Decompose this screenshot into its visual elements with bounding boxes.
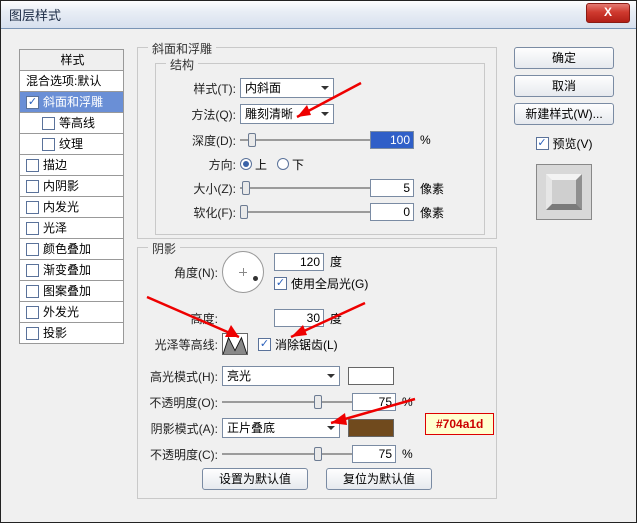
soften-input[interactable]: 0 — [370, 203, 414, 221]
shadow-opacity-slider[interactable] — [222, 445, 352, 463]
checkbox-icon[interactable] — [26, 285, 39, 298]
direction-down-radio[interactable]: 下 — [277, 156, 304, 173]
preview-label: 预览(V) — [553, 135, 593, 152]
close-button[interactable]: X — [586, 3, 630, 23]
row-drop-shadow[interactable]: 投影 — [20, 323, 123, 344]
preview-toggle-row: 预览(V) — [514, 135, 614, 152]
altitude-input[interactable]: 30 — [274, 309, 324, 327]
checkbox-icon[interactable] — [26, 159, 39, 172]
highlight-opacity-label: 不透明度(O): — [144, 394, 222, 411]
technique-select[interactable]: 雕刻清晰 — [240, 104, 334, 124]
make-default-button[interactable]: 设置为默认值 — [202, 468, 308, 490]
highlight-opacity-input[interactable]: 75 — [352, 393, 396, 411]
style-select[interactable]: 内斜面 — [240, 78, 334, 98]
angle-marker-icon — [253, 276, 258, 281]
structure-title: 结构 — [166, 56, 198, 73]
direction-up-radio[interactable]: 上 — [240, 156, 267, 173]
style-label: 样式(T): — [162, 80, 240, 97]
size-label: 大小(Z): — [162, 180, 240, 197]
depth-label: 深度(D): — [162, 132, 240, 149]
styles-header: 样式 — [20, 50, 123, 71]
antialias-checkbox[interactable] — [258, 338, 271, 351]
soften-unit: 像素 — [420, 204, 444, 221]
checkbox-icon[interactable] — [26, 306, 39, 319]
bevel-thumb-icon — [546, 174, 582, 210]
angle-wheel[interactable] — [222, 251, 264, 293]
right-button-column: 确定 取消 新建样式(W)... 预览(V) — [514, 47, 614, 220]
styles-list: 样式 混合选项:默认 斜面和浮雕 等高线 纹理 描边 内阴影 内发光 光泽 颜色… — [19, 49, 124, 344]
shadow-color-swatch[interactable] — [348, 419, 394, 437]
depth-input[interactable]: 100 — [370, 131, 414, 149]
preview-thumbnail — [536, 164, 592, 220]
row-contour[interactable]: 等高线 — [20, 113, 123, 134]
row-satin[interactable]: 光泽 — [20, 218, 123, 239]
row-stroke[interactable]: 描边 — [20, 155, 123, 176]
row-color-overlay[interactable]: 颜色叠加 — [20, 239, 123, 260]
global-light-label: 使用全局光(G) — [291, 275, 368, 292]
row-outer-glow[interactable]: 外发光 — [20, 302, 123, 323]
row-bevel-emboss[interactable]: 斜面和浮雕 — [20, 92, 123, 113]
window-title: 图层样式 — [9, 5, 61, 24]
cancel-button[interactable]: 取消 — [514, 75, 614, 97]
bevel-title: 斜面和浮雕 — [148, 40, 216, 57]
layer-style-dialog: 图层样式 X 样式 混合选项:默认 斜面和浮雕 等高线 纹理 描边 内阴影 内发… — [0, 0, 637, 523]
checkbox-icon[interactable] — [42, 117, 55, 130]
new-style-button[interactable]: 新建样式(W)... — [514, 103, 614, 125]
checkbox-icon[interactable] — [26, 243, 39, 256]
highlight-mode-select[interactable]: 亮光 — [222, 366, 340, 386]
shadow-opacity-label: 不透明度(C): — [144, 446, 222, 463]
row-texture[interactable]: 纹理 — [20, 134, 123, 155]
gloss-contour-picker[interactable] — [222, 333, 248, 355]
depth-unit: % — [420, 133, 431, 147]
checkbox-icon[interactable] — [26, 201, 39, 214]
checkbox-icon[interactable] — [26, 180, 39, 193]
checkbox-icon[interactable] — [26, 96, 39, 109]
row-inner-glow[interactable]: 内发光 — [20, 197, 123, 218]
checkbox-icon[interactable] — [42, 138, 55, 151]
technique-label: 方法(Q): — [162, 106, 240, 123]
checkbox-icon[interactable] — [26, 222, 39, 235]
angle-input[interactable]: 120 — [274, 253, 324, 271]
size-input[interactable]: 5 — [370, 179, 414, 197]
shadow-opacity-input[interactable]: 75 — [352, 445, 396, 463]
soften-label: 软化(F): — [162, 204, 240, 221]
reset-default-button[interactable]: 复位为默认值 — [326, 468, 432, 490]
structure-fieldset: 结构 样式(T): 内斜面 方法(Q): 雕刻清晰 深度(D): 100 % 方… — [155, 63, 485, 235]
highlight-color-swatch[interactable] — [348, 367, 394, 385]
altitude-label: 高度: — [144, 310, 222, 327]
highlight-mode-label: 高光模式(H): — [144, 368, 222, 385]
depth-slider[interactable] — [240, 131, 370, 149]
row-gradient-overlay[interactable]: 渐变叠加 — [20, 260, 123, 281]
checkbox-icon[interactable] — [26, 327, 39, 340]
shadow-mode-label: 阴影模式(A): — [144, 420, 222, 437]
row-blend-options[interactable]: 混合选项:默认 — [20, 71, 123, 92]
shadow-mode-select[interactable]: 正片叠底 — [222, 418, 340, 438]
highlight-opacity-slider[interactable] — [222, 393, 352, 411]
checkbox-icon[interactable] — [26, 264, 39, 277]
shading-title: 阴影 — [148, 240, 180, 257]
soften-slider[interactable] — [240, 203, 370, 221]
gloss-contour-label: 光泽等高线: — [144, 336, 222, 353]
ok-button[interactable]: 确定 — [514, 47, 614, 69]
annotation-hex-label: #704a1d — [425, 413, 494, 435]
angle-label: 角度(N): — [144, 264, 222, 281]
preview-checkbox[interactable] — [536, 137, 549, 150]
row-pattern-overlay[interactable]: 图案叠加 — [20, 281, 123, 302]
row-inner-shadow[interactable]: 内阴影 — [20, 176, 123, 197]
antialias-label: 消除锯齿(L) — [275, 336, 338, 353]
size-unit: 像素 — [420, 180, 444, 197]
titlebar[interactable]: 图层样式 X — [1, 1, 636, 29]
size-slider[interactable] — [240, 179, 370, 197]
global-light-checkbox[interactable] — [274, 277, 287, 290]
direction-label: 方向: — [162, 156, 240, 173]
shading-fieldset: 阴影 角度(N): 120度 使用全局光(G) 高度: 30 度 光泽等高线: — [137, 247, 497, 499]
